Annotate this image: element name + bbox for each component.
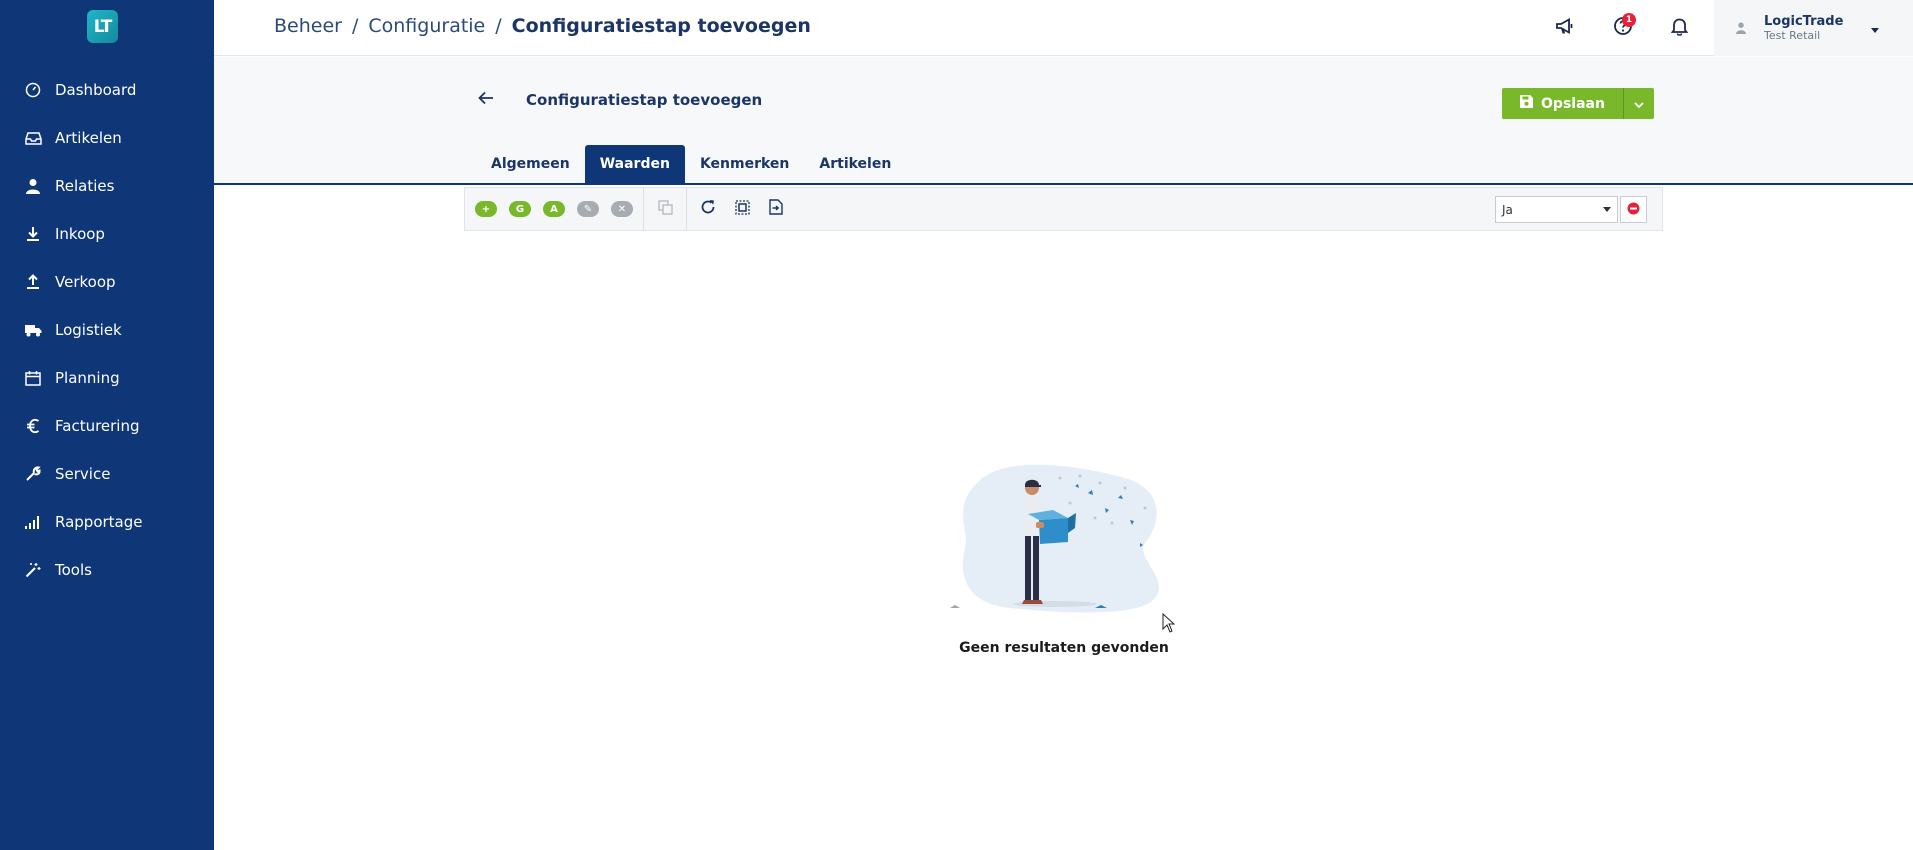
help-button[interactable]: 1: [1594, 0, 1651, 56]
truck-icon: [24, 321, 42, 339]
wrench-icon: [24, 465, 42, 483]
copy-button[interactable]: [654, 198, 676, 220]
sidebar-item-label: Planning: [55, 369, 120, 387]
top-icons: 1 LogicTrade Test Retail: [1537, 0, 1913, 56]
sidebar-item-label: Verkoop: [55, 273, 116, 291]
minus-circle-icon: [1627, 200, 1640, 219]
user-menu[interactable]: LogicTrade Test Retail: [1714, 0, 1913, 56]
user-text: LogicTrade Test Retail: [1764, 14, 1843, 42]
save-button-group: Opslaan: [1502, 88, 1654, 119]
sidebar-item-label: Rapportage: [55, 513, 143, 531]
toolbar-actions: + G A ✎ ✕: [475, 188, 799, 230]
calendar-icon: [24, 369, 42, 387]
save-button[interactable]: Opslaan: [1502, 88, 1623, 119]
save-button-label: Opslaan: [1541, 95, 1605, 112]
sidebar-item-logistiek[interactable]: Logistiek: [0, 306, 214, 354]
breadcrumb-beheer[interactable]: Beheer: [274, 15, 342, 37]
breadcrumb-separator: /: [351, 15, 359, 37]
magic-wand-icon: [24, 561, 42, 579]
logo[interactable]: LT: [87, 10, 118, 43]
caret-down-icon: [1871, 19, 1880, 38]
save-options-dropdown[interactable]: [1623, 88, 1654, 119]
sidebar-item-label: Facturering: [55, 417, 140, 435]
active-filter-select[interactable]: Ja: [1495, 196, 1618, 223]
tabs: Algemeen Waarden Kenmerken Artikelen: [476, 145, 906, 183]
sidebar-item-relaties[interactable]: Relaties: [0, 162, 214, 210]
grid-toolbar: + G A ✎ ✕ Ja: [464, 187, 1663, 231]
toolbar-divider: [686, 188, 687, 230]
breadcrumb: Beheer / Configuratie / Configuratiestap…: [274, 15, 811, 37]
select-all-button[interactable]: [731, 198, 753, 220]
announcements-button[interactable]: [1537, 0, 1594, 56]
bell-icon: [1670, 17, 1689, 40]
topbar: Beheer / Configuratie / Configuratiestap…: [214, 0, 1913, 56]
user-name: LogicTrade: [1764, 14, 1844, 29]
remove-filter-button[interactable]: [1620, 196, 1647, 223]
breadcrumb-current: Configuratiestap toevoegen: [511, 15, 811, 37]
euro-icon: [24, 417, 42, 435]
user-icon: [24, 177, 42, 195]
megaphone-icon: [1556, 17, 1575, 39]
add-button[interactable]: +: [475, 201, 497, 217]
sidebar-item-service[interactable]: Service: [0, 450, 214, 498]
caret-down-icon: [1603, 207, 1611, 212]
breadcrumb-configuratie[interactable]: Configuratie: [368, 15, 485, 37]
sidebar-item-inkoop[interactable]: Inkoop: [0, 210, 214, 258]
back-button[interactable]: [478, 90, 498, 110]
breadcrumb-separator: /: [495, 15, 502, 37]
refresh-button[interactable]: [697, 198, 719, 220]
arrow-left-icon: [478, 90, 494, 109]
sidebar-item-label: Relaties: [55, 177, 115, 195]
g-button[interactable]: G: [509, 201, 531, 217]
copy-icon: [657, 199, 673, 219]
download-icon: [24, 225, 42, 243]
export-button[interactable]: [765, 198, 787, 220]
tab-waarden[interactable]: Waarden: [584, 145, 685, 183]
signal-bars-icon: [24, 513, 42, 531]
user-company: Test Retail: [1764, 29, 1821, 42]
sidebar-item-tools[interactable]: Tools: [0, 546, 214, 594]
sidebar-nav: Dashboard Artikelen Relaties Inkoop Verk…: [0, 66, 214, 594]
a-button[interactable]: A: [543, 201, 565, 217]
sidebar-item-verkoop[interactable]: Verkoop: [0, 258, 214, 306]
file-export-icon: [769, 199, 783, 219]
sidebar-item-facturering[interactable]: Facturering: [0, 402, 214, 450]
sidebar-item-label: Dashboard: [55, 81, 137, 99]
upload-icon: [24, 273, 42, 291]
gauge-icon: [24, 81, 42, 99]
sidebar-item-label: Tools: [55, 561, 92, 579]
notifications-button[interactable]: [1651, 0, 1708, 56]
chevron-down-icon: [1634, 94, 1644, 113]
sidebar-item-label: Artikelen: [55, 129, 122, 147]
floppy-disk-icon: [1520, 95, 1534, 112]
empty-state-message: Geen resultaten gevonden: [959, 640, 1169, 656]
delete-button[interactable]: ✕: [611, 201, 633, 217]
tab-algemeen[interactable]: Algemeen: [476, 145, 585, 183]
sidebar-item-label: Inkoop: [55, 225, 105, 243]
inbox-icon: [24, 129, 42, 147]
page-title: Configuratiestap toevoegen: [526, 91, 763, 109]
toolbar-divider: [643, 188, 644, 230]
sidebar-item-rapportage[interactable]: Rapportage: [0, 498, 214, 546]
refresh-icon: [700, 199, 716, 219]
user-icon: [1736, 19, 1746, 38]
page-header: Configuratiestap toevoegen Opslaan Algem…: [214, 57, 1913, 185]
tab-kenmerken[interactable]: Kenmerken: [685, 145, 804, 183]
sidebar-item-artikelen[interactable]: Artikelen: [0, 114, 214, 162]
notification-badge: 1: [1622, 13, 1636, 27]
active-filter-value: Ja: [1502, 202, 1513, 217]
mouse-cursor-icon: [1162, 612, 1176, 637]
empty-state-illustration: [940, 458, 1190, 628]
sidebar: LT Dashboard Artikelen Relaties Inkoop V…: [0, 0, 214, 850]
sidebar-item-dashboard[interactable]: Dashboard: [0, 66, 214, 114]
edit-button[interactable]: ✎: [577, 201, 599, 217]
tab-artikelen[interactable]: Artikelen: [804, 145, 906, 183]
sidebar-item-planning[interactable]: Planning: [0, 354, 214, 402]
sidebar-item-label: Logistiek: [55, 321, 122, 339]
select-all-icon: [734, 199, 750, 219]
sidebar-item-label: Service: [55, 465, 111, 483]
